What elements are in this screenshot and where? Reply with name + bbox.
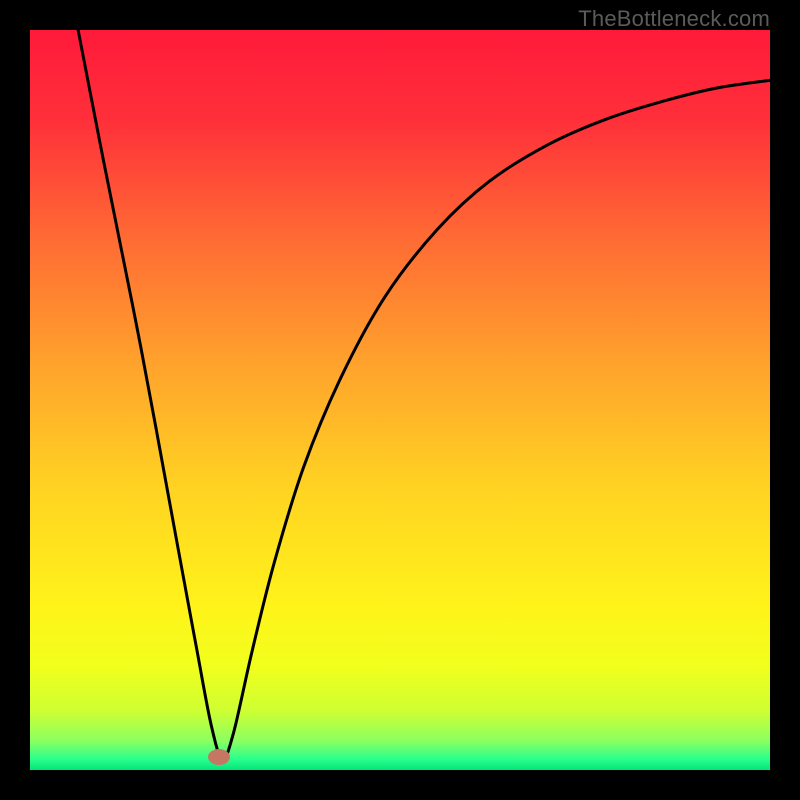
curve-line [30,30,770,770]
plot-area [30,30,770,770]
chart-frame: TheBottleneck.com [0,0,800,800]
minimum-marker [208,749,230,765]
watermark-text: TheBottleneck.com [578,6,770,32]
